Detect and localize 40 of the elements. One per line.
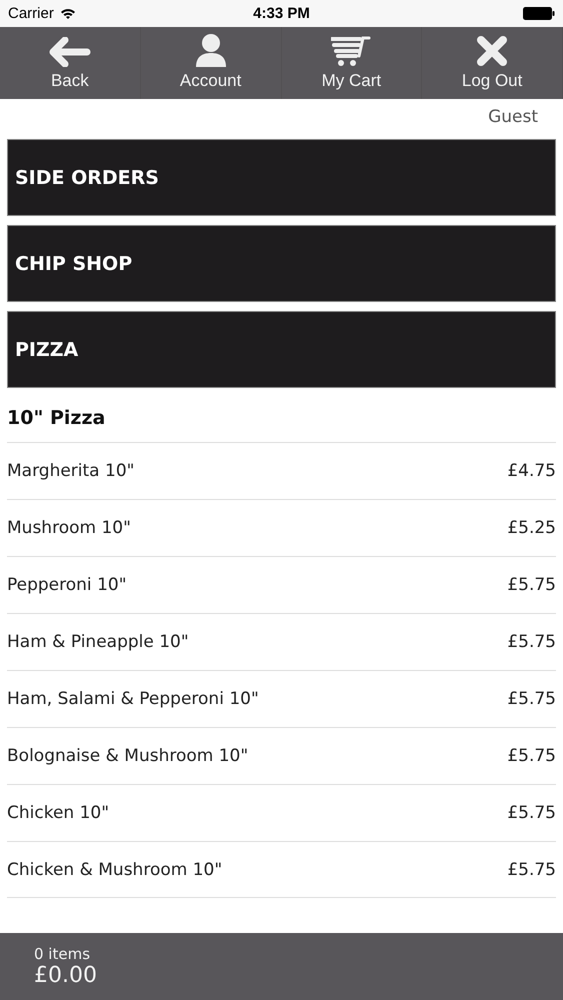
item-price: £4.75 [507, 461, 556, 481]
menu-item[interactable]: Bolognaise & Mushroom 10" £5.75 [7, 727, 556, 784]
item-name: Ham & Pineapple 10" [7, 632, 189, 652]
item-name: Margherita 10" [7, 461, 134, 481]
section-heading: 10" Pizza [7, 407, 106, 429]
item-price: £5.75 [507, 689, 556, 709]
item-name: Ham, Salami & Pepperoni 10" [7, 689, 259, 709]
menu-item[interactable]: Mushroom 10" £5.25 [7, 499, 556, 556]
cart-icon [331, 35, 372, 67]
close-icon [476, 35, 508, 67]
item-price: £5.75 [507, 803, 556, 823]
carrier-label: Carrier [8, 5, 54, 22]
menu-item[interactable]: Pepperoni 10" £5.75 [7, 556, 556, 613]
item-price: £5.25 [507, 518, 556, 538]
user-name: Guest [488, 107, 538, 127]
item-name: Pepperoni 10" [7, 575, 127, 595]
item-name: Mushroom 10" [7, 518, 131, 538]
item-price: £5.75 [507, 860, 556, 880]
cart-bar[interactable]: 0 items £0.00 [0, 933, 563, 1000]
category-button[interactable]: PIZZA [7, 311, 556, 388]
back-arrow-icon [48, 37, 91, 67]
item-price: £5.75 [507, 632, 556, 652]
cart-count: 0 items [34, 945, 90, 963]
menu-item[interactable]: Chicken 10" £5.75 [7, 784, 556, 841]
menu-item[interactable]: Ham & Pineapple 10" £5.75 [7, 613, 556, 670]
item-price: £5.75 [507, 575, 556, 595]
wifi-icon [60, 8, 76, 20]
category-button[interactable]: CHIP SHOP [7, 225, 556, 302]
item-name: Bolognaise & Mushroom 10" [7, 746, 248, 766]
clock-time: 4:33 PM [253, 5, 310, 22]
menu-item[interactable]: Margherita 10" £4.75 [7, 442, 556, 499]
item-price: £5.75 [507, 746, 556, 766]
person-icon [194, 33, 228, 67]
menu-item[interactable]: Chicken & Mushroom 10" £5.75 [7, 841, 556, 898]
category-button[interactable]: SIDE ORDERS [7, 139, 556, 216]
item-name: Chicken & Mushroom 10" [7, 860, 222, 880]
menu-item[interactable]: Ham, Salami & Pepperoni 10" £5.75 [7, 670, 556, 727]
cart-total: £0.00 [34, 963, 97, 988]
battery-icon [523, 7, 555, 20]
item-name: Chicken 10" [7, 803, 110, 823]
